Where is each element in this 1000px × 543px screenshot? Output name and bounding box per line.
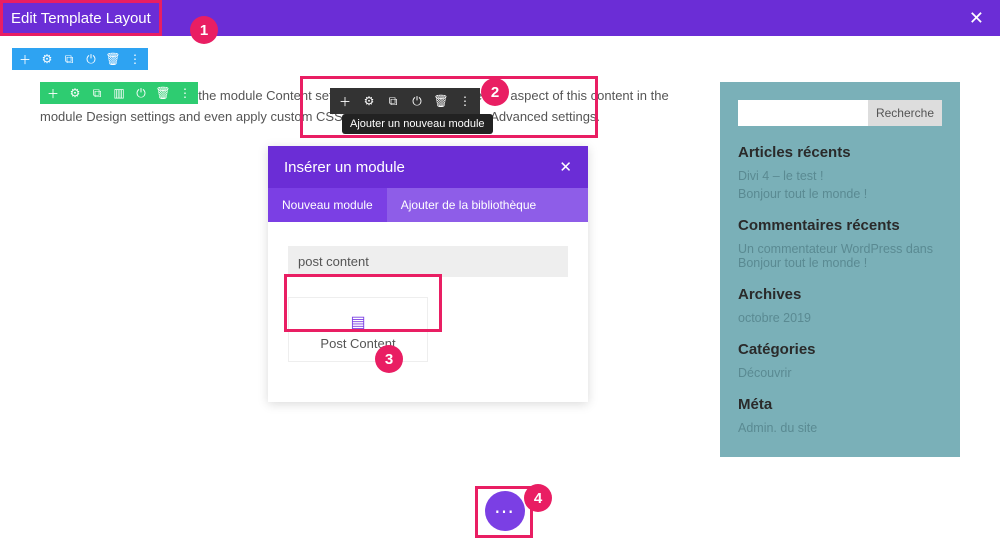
callout-3: 3 [375,345,403,373]
highlight-header: Edit Template Layout [0,0,162,36]
callout-2: 2 [481,78,509,106]
close-icon[interactable]: ✕ [559,158,572,176]
trash-icon[interactable]: 🗑 [106,52,120,66]
gear-icon[interactable]: ⚙ [362,94,376,108]
duplicate-icon[interactable]: ⧉ [90,86,104,100]
main-column: ＋ ⚙ ⧉ ▥ ⏻ 🗑 ⋮ ＋ ⚙ ⧉ ⏻ 🗑 ⋮ Ajouter un nou… [40,82,690,457]
add-icon[interactable]: ＋ [338,94,352,108]
callout-1: 1 [190,16,218,44]
highlight-post-content [284,274,442,332]
archives-heading: Archives [738,286,942,303]
power-icon[interactable]: ⏻ [134,86,148,100]
more-icon[interactable]: ⋮ [458,94,472,108]
power-icon[interactable]: ⏻ [84,52,98,66]
sidebar-link[interactable]: octobre 2019 [738,311,942,325]
columns-icon[interactable]: ▥ [112,86,126,100]
sidebar: Recherche Articles récents Divi 4 – le t… [720,82,960,457]
tab-new-module[interactable]: Nouveau module [268,188,387,222]
header-title: Edit Template Layout [11,10,151,27]
tab-library[interactable]: Ajouter de la bibliothèque [387,188,550,222]
trash-icon[interactable]: 🗑 [156,86,170,100]
module-search-input[interactable] [288,246,568,277]
fab-more-button[interactable]: ⋯ [485,491,525,531]
template-header: Edit Template Layout ✕ [0,0,1000,36]
more-icon[interactable]: ⋮ [178,86,192,100]
module-item-label: Post Content [289,336,427,351]
more-icon[interactable]: ⋮ [128,52,142,66]
sidebar-link[interactable]: Divi 4 – le test ! [738,169,942,183]
row-toolbar[interactable]: ＋ ⚙ ⧉ ▥ ⏻ 🗑 ⋮ [40,82,198,104]
power-icon[interactable]: ⏻ [410,94,424,108]
tooltip-add-module: Ajouter un nouveau module [342,114,493,134]
callout-4: 4 [524,484,552,512]
gear-icon[interactable]: ⚙ [40,52,54,66]
duplicate-icon[interactable]: ⧉ [386,94,400,108]
categories-heading: Catégories [738,341,942,358]
search-input[interactable] [738,100,868,126]
module-toolbar[interactable]: ＋ ⚙ ⧉ ⏻ 🗑 ⋮ [330,88,480,114]
sidebar-link[interactable]: Bonjour tout le monde ! [738,187,942,201]
recent-comments-heading: Commentaires récents [738,217,942,234]
search-widget: Recherche [738,100,942,126]
modal-title: Insérer un module [284,159,405,176]
meta-heading: Méta [738,396,942,413]
insert-module-modal: Insérer un module ✕ Nouveau module Ajout… [268,146,588,402]
add-icon[interactable]: ＋ [46,86,60,100]
section-toolbar[interactable]: ＋ ⚙ ⧉ ⏻ 🗑 ⋮ [12,48,148,70]
gear-icon[interactable]: ⚙ [68,86,82,100]
duplicate-icon[interactable]: ⧉ [62,52,76,66]
sidebar-link[interactable]: Un commentateur WordPress dans Bonjour t… [738,242,942,270]
recent-articles-heading: Articles récents [738,144,942,161]
search-button[interactable]: Recherche [868,100,942,126]
sidebar-link[interactable]: Admin. du site [738,421,942,435]
close-icon[interactable]: ✕ [969,8,984,29]
sidebar-link[interactable]: Découvrir [738,366,942,380]
trash-icon[interactable]: 🗑 [434,94,448,108]
modal-header: Insérer un module ✕ [268,146,588,188]
add-icon[interactable]: ＋ [18,52,32,66]
modal-tabs: Nouveau module Ajouter de la bibliothèqu… [268,188,588,222]
